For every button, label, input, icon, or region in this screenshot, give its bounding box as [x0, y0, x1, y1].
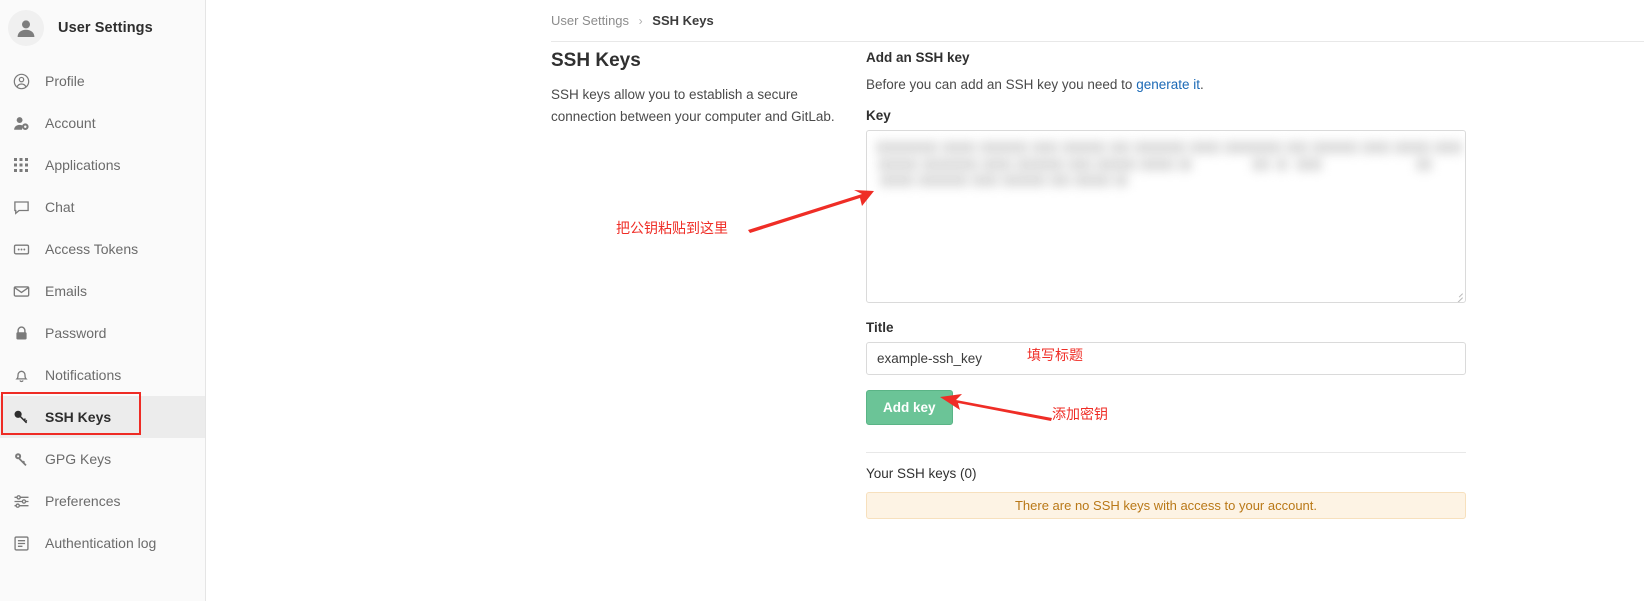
- sliders-icon: [11, 491, 31, 511]
- annotation-fill-title: 填写标题: [1027, 347, 1083, 363]
- form-heading: Add an SSH key: [866, 50, 970, 65]
- sidebar-item-chat[interactable]: Chat: [0, 186, 205, 228]
- key-textarea[interactable]: [866, 130, 1466, 303]
- textarea-resize-handle[interactable]: [1452, 289, 1463, 300]
- sidebar-item-label: Profile: [45, 73, 85, 89]
- form-subtitle: Before you can add an SSH key you need t…: [866, 77, 1466, 92]
- sidebar-item-label: Chat: [45, 199, 75, 215]
- sidebar-item-password[interactable]: Password: [0, 312, 205, 354]
- sidebar-item-label: Account: [45, 115, 96, 131]
- sidebar-item-label: Access Tokens: [45, 241, 139, 257]
- sidebar-item-label: Preferences: [45, 493, 121, 509]
- annotation-add-key: 添加密钥: [1052, 406, 1108, 422]
- lock-icon: [11, 323, 31, 343]
- add-key-button[interactable]: Add key: [866, 390, 953, 425]
- sidebar-item-label: SSH Keys: [45, 409, 112, 425]
- bell-icon: [11, 365, 31, 385]
- breadcrumb-current: SSH Keys: [652, 13, 714, 28]
- header-divider: [551, 41, 1644, 42]
- section-divider: [866, 452, 1466, 453]
- your-ssh-keys-heading: Your SSH keys (0): [866, 466, 977, 481]
- key-field-label: Key: [866, 108, 891, 123]
- sidebar-item-access-tokens[interactable]: Access Tokens: [0, 228, 205, 270]
- sidebar-item-profile[interactable]: Profile: [0, 60, 205, 102]
- sidebar-item-notifications[interactable]: Notifications: [0, 354, 205, 396]
- sidebar-item-label: Notifications: [45, 367, 122, 383]
- log-list-icon: [11, 533, 31, 553]
- sidebar-item-emails[interactable]: Emails: [0, 270, 205, 312]
- sidebar-item-preferences[interactable]: Preferences: [0, 480, 205, 522]
- breadcrumb: User Settings › SSH Keys: [551, 13, 714, 28]
- form-subtitle-period: .: [1199, 77, 1204, 92]
- annotation-paste-key-here: 把公钥粘贴到这里: [616, 220, 728, 236]
- breadcrumb-parent[interactable]: User Settings: [551, 13, 629, 28]
- page-title: SSH Keys: [551, 50, 641, 71]
- token-card-icon: [11, 239, 31, 259]
- key-icon: [11, 449, 31, 469]
- chat-bubble-icon: [11, 197, 31, 217]
- sidebar-title: User Settings: [58, 20, 153, 36]
- empty-keys-alert: There are no SSH keys with access to you…: [866, 492, 1466, 519]
- sidebar-item-authentication-log[interactable]: Authentication log: [0, 522, 205, 564]
- sidebar-header: User Settings: [0, 0, 205, 56]
- sidebar-item-label: Emails: [45, 283, 88, 299]
- sidebar-nav: Profile Account Applications Chat Access…: [0, 60, 205, 564]
- content-area: User Settings › SSH Keys SSH Keys SSH ke…: [206, 0, 1644, 601]
- sidebar: User Settings Profile Account Applicatio…: [0, 0, 206, 601]
- sidebar-item-applications[interactable]: Applications: [0, 144, 205, 186]
- sidebar-item-gpg-keys[interactable]: GPG Keys: [0, 438, 205, 480]
- page-description: SSH keys allow you to establish a secure…: [551, 87, 835, 124]
- key-value-obscured: [876, 141, 1462, 191]
- user-gear-icon: [11, 113, 31, 133]
- ssh-keys-settings-page: User Settings Profile Account Applicatio…: [0, 0, 1644, 601]
- sidebar-item-label: Password: [45, 325, 107, 341]
- envelope-icon: [11, 281, 31, 301]
- sidebar-item-label: Applications: [45, 157, 121, 173]
- add-ssh-key-form: Add an SSH key Before you can add an SSH…: [866, 50, 1466, 425]
- sidebar-item-label: GPG Keys: [45, 451, 112, 467]
- sidebar-item-label: Authentication log: [45, 535, 157, 551]
- title-field-label: Title: [866, 320, 894, 335]
- breadcrumb-separator-icon: ›: [638, 14, 643, 28]
- ssh-keys-description-panel: SSH Keys SSH keys allow you to establish…: [551, 50, 841, 128]
- grid-dots-icon: [11, 155, 31, 175]
- user-circle-icon: [11, 71, 31, 91]
- form-subtitle-text: Before you can add an SSH key you need t…: [866, 77, 1137, 92]
- user-avatar-icon: [8, 10, 44, 46]
- sidebar-item-account[interactable]: Account: [0, 102, 205, 144]
- generate-it-link[interactable]: generate it: [1136, 77, 1200, 92]
- title-input[interactable]: [866, 342, 1466, 375]
- sidebar-item-ssh-keys[interactable]: SSH Keys: [0, 396, 205, 438]
- key-icon: [11, 407, 31, 427]
- annotation-arrow-to-key-textarea: [748, 190, 874, 233]
